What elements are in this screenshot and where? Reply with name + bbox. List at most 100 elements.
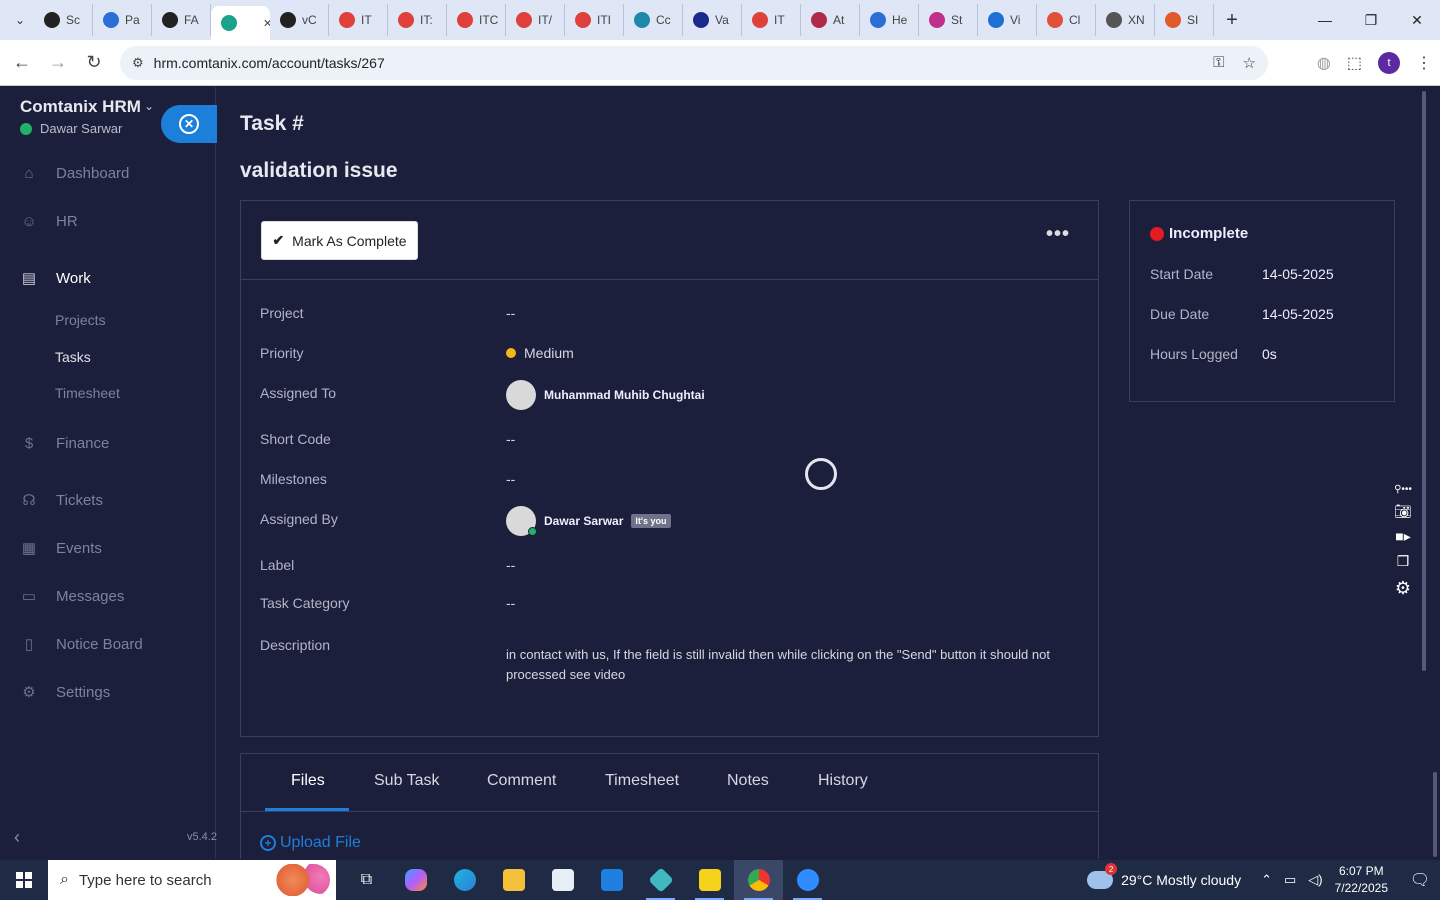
address-bar[interactable]: ⚙ hrm.comtanix.com/account/tasks/267 ⚿ ☆ <box>120 46 1268 80</box>
tab-files[interactable]: Files <box>291 772 325 790</box>
priority-dot-icon <box>506 348 516 358</box>
sidebar-item-events[interactable]: ▦ Events <box>20 539 102 558</box>
tab-title: ITC <box>479 13 499 27</box>
task-view-icon[interactable]: ⧉ <box>342 860 391 900</box>
password-key-icon[interactable]: ⚿ <box>1213 54 1224 72</box>
sidebar-item-hr[interactable]: ☺ HR <box>20 213 77 230</box>
scrollbar-thumb[interactable] <box>1422 91 1426 671</box>
browser-tab[interactable]: FA <box>152 4 211 36</box>
browser-tab[interactable]: XN <box>1096 4 1155 36</box>
weather-widget[interactable]: 2 29°C Mostly cloudy <box>1087 863 1242 889</box>
browser-tab[interactable]: IT <box>742 4 801 36</box>
back-icon[interactable]: ← <box>4 45 40 81</box>
clock[interactable]: 6:07 PM 7/22/2025 <box>1335 863 1388 897</box>
code-app-icon[interactable] <box>636 860 685 900</box>
store-icon[interactable] <box>538 860 587 900</box>
close-window-icon[interactable]: ✕ <box>1394 0 1440 40</box>
start-button[interactable] <box>0 860 48 900</box>
mail-icon[interactable] <box>587 860 636 900</box>
toolbar-options-icon[interactable]: ⚲••• <box>1394 484 1412 495</box>
sidebar-subitem-projects[interactable]: Projects <box>55 312 106 328</box>
tab-search-button[interactable]: ⌄ <box>6 6 34 34</box>
copilot-icon[interactable] <box>391 860 440 900</box>
volume-icon[interactable]: ◁) <box>1308 872 1322 888</box>
assignee[interactable]: Muhammad Muhib Chughtai <box>506 380 705 410</box>
site-settings-icon[interactable]: ⚙ <box>132 55 144 71</box>
sticky-notes-icon[interactable] <box>685 860 734 900</box>
browser-tab[interactable]: St <box>919 4 978 36</box>
browser-tab[interactable]: Vi <box>978 4 1037 36</box>
browser-tab[interactable]: Va <box>683 4 742 36</box>
notification-icon[interactable]: 🗨︎ <box>1400 860 1440 900</box>
sidebar-item-settings[interactable]: ⚙ Settings <box>20 683 110 702</box>
browser-tab[interactable]: IT/ <box>506 4 565 36</box>
sidebar-item-finance[interactable]: $ Finance <box>20 435 110 452</box>
browser-tab[interactable]: IT <box>329 4 388 36</box>
browser-tab[interactable]: Pa <box>93 4 152 36</box>
gear-icon[interactable]: ⚙ <box>1395 578 1411 599</box>
window-capture-icon[interactable]: ❒ <box>1397 553 1410 570</box>
chevron-down-icon[interactable]: ⌄ <box>144 99 154 113</box>
video-icon[interactable]: ■▸ <box>1395 528 1410 545</box>
browser-tab[interactable]: Sc <box>34 4 93 36</box>
sidebar-subitem-tasks[interactable]: Tasks <box>55 349 91 365</box>
browser-tab[interactable]: IT: <box>388 4 447 36</box>
reload-icon[interactable]: ↻ <box>76 45 112 81</box>
browser-tab[interactable]: vC <box>270 4 329 36</box>
tab-sub-task[interactable]: Sub Task <box>374 772 440 790</box>
browser-tab[interactable]: SI <box>1155 4 1214 36</box>
tab-history[interactable]: History <box>818 772 868 790</box>
close-tab-icon[interactable]: ✕ <box>263 17 270 30</box>
taskbar-search[interactable]: ⌕ Type here to search <box>48 860 336 900</box>
scrollbar-thumb-secondary[interactable] <box>1433 772 1437 857</box>
field-label: Project <box>260 305 304 321</box>
camera-icon[interactable]: 📷︎ <box>1394 503 1412 520</box>
file-explorer-icon[interactable] <box>489 860 538 900</box>
sidebar-item-tickets[interactable]: ☊ Tickets <box>20 491 103 510</box>
profile-avatar[interactable]: t <box>1378 52 1400 74</box>
minimize-icon[interactable]: — <box>1302 0 1348 40</box>
network-icon[interactable]: ▭ <box>1284 872 1296 888</box>
bookmark-star-icon[interactable]: ☆ <box>1243 54 1256 72</box>
sidebar-subitem-timesheet[interactable]: Timesheet <box>55 385 120 401</box>
weather-text: 29°C Mostly cloudy <box>1121 872 1242 888</box>
tab-title: At <box>833 13 845 27</box>
upload-file-link[interactable]: + Upload File <box>260 834 361 852</box>
chrome-icon[interactable] <box>734 860 783 900</box>
browser-tab[interactable]: Cl <box>1037 4 1096 36</box>
sidebar-item-messages[interactable]: ▭ Messages <box>20 587 124 606</box>
tab-notes[interactable]: Notes <box>727 772 769 790</box>
forward-icon[interactable]: → <box>40 45 76 81</box>
edge-icon[interactable] <box>440 860 489 900</box>
browser-tab[interactable]: At <box>801 4 860 36</box>
zoom-icon[interactable] <box>783 860 832 900</box>
browser-tab[interactable]: ITC <box>447 4 506 36</box>
collapse-sidebar-icon[interactable]: ‹ <box>14 827 20 848</box>
tab-favicon-icon <box>634 12 650 28</box>
more-options-icon[interactable]: ••• <box>1046 223 1070 246</box>
browser-tab[interactable]: He <box>860 4 919 36</box>
brand-name[interactable]: Comtanix HRM <box>20 97 141 117</box>
page-scrollbar[interactable] <box>1420 87 1440 859</box>
new-tab-button[interactable]: + <box>1218 6 1246 34</box>
browser-tab[interactable]: Cc <box>624 4 683 36</box>
tab-favicon-icon <box>1165 12 1181 28</box>
close-panel-button[interactable]: ✕ <box>161 105 217 143</box>
chevron-up-icon[interactable]: ⌃ <box>1261 872 1272 888</box>
mark-as-complete-button[interactable]: ✔ Mark As Complete <box>261 221 418 260</box>
sidebar-item-notice-board[interactable]: ▯ Notice Board <box>20 635 143 654</box>
task-tabs: Files Sub Task Comment Timesheet Notes H… <box>241 754 1098 812</box>
extensions-icon[interactable]: ⬚ <box>1347 53 1362 73</box>
sidebar-item-work[interactable]: ▤ Work <box>20 269 91 288</box>
browser-tab[interactable]: ✕ <box>211 6 270 40</box>
sidebar-item-dashboard[interactable]: ⌂ Dashboard <box>20 165 129 182</box>
main-content: Task # validation issue ✔ Mark As Comple… <box>217 87 1420 859</box>
restore-icon[interactable]: ❐ <box>1348 0 1394 40</box>
translate-icon[interactable]: ◍ <box>1317 53 1331 73</box>
assigner[interactable]: Dawar Sarwar It's you <box>506 506 671 536</box>
tab-comment[interactable]: Comment <box>487 772 556 790</box>
field-label: Milestones <box>260 471 327 487</box>
browser-tab[interactable]: ITI <box>565 4 624 36</box>
tab-timesheet[interactable]: Timesheet <box>605 772 679 790</box>
browser-menu-icon[interactable]: ⋮ <box>1416 53 1432 73</box>
